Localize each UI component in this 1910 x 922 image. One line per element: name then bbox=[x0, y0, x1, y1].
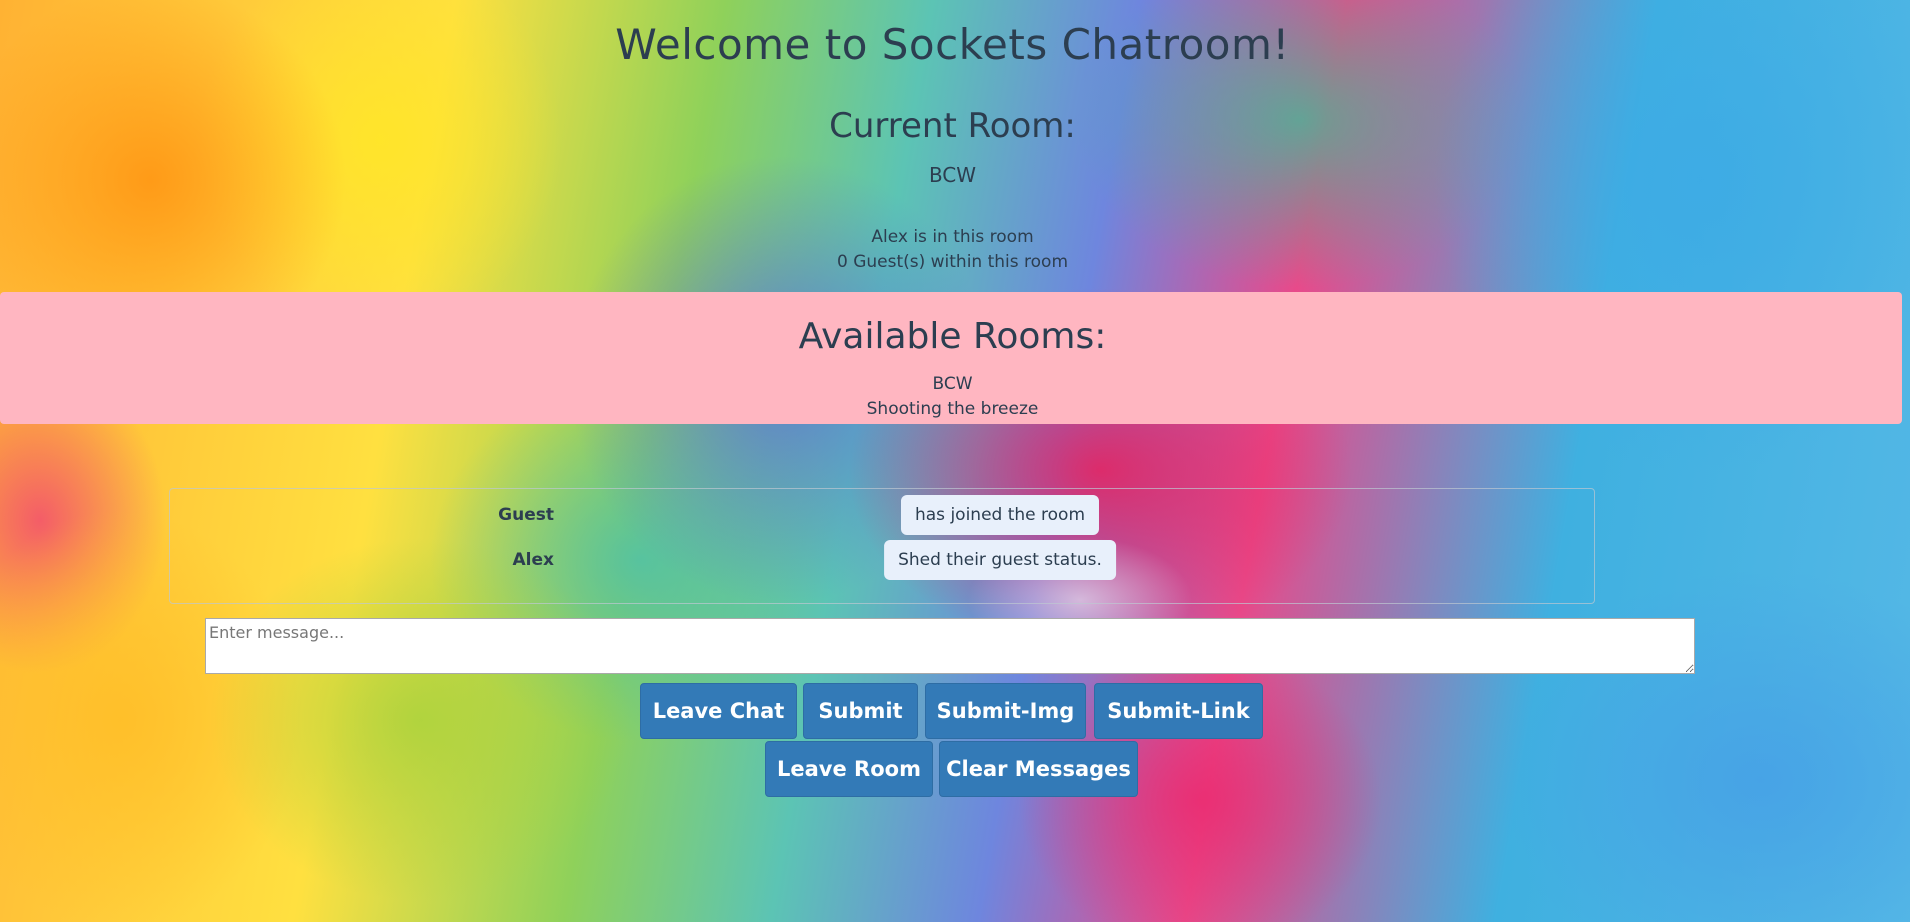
available-rooms-heading: Available Rooms: bbox=[798, 316, 1107, 357]
guests-count-text: 0 Guest(s) within this room bbox=[836, 252, 1069, 272]
room-list: BCW Shooting the breeze bbox=[0, 372, 1905, 422]
message-bubble: has joined the room bbox=[900, 495, 1100, 535]
clear-messages-button[interactable]: Clear Messages bbox=[939, 741, 1138, 797]
message-author: Alex bbox=[512, 550, 554, 570]
available-rooms-panel: Available Rooms: BCW Shooting the breeze bbox=[0, 292, 1902, 424]
submit-link-button[interactable]: Submit-Link bbox=[1094, 683, 1263, 739]
message-bubble: Shed their guest status. bbox=[884, 540, 1116, 580]
current-room-heading: Current Room: bbox=[829, 106, 1076, 146]
message-author: Guest bbox=[498, 505, 554, 525]
message-input[interactable] bbox=[205, 618, 1695, 674]
room-status: Alex is in this room 0 Guest(s) within t… bbox=[0, 225, 1905, 275]
submit-button[interactable]: Submit bbox=[803, 683, 918, 739]
leave-room-button[interactable]: Leave Room bbox=[765, 741, 933, 797]
current-room-name: BCW bbox=[928, 163, 977, 187]
chat-app: Welcome to Sockets Chatroom! Current Roo… bbox=[0, 0, 1910, 922]
room-item-shooting-the-breeze[interactable]: Shooting the breeze bbox=[0, 397, 1905, 422]
message-list: Guest has joined the room Alex Shed thei… bbox=[169, 488, 1595, 604]
message-row: Guest has joined the room bbox=[170, 494, 1594, 536]
message-row: Alex Shed their guest status. bbox=[170, 539, 1594, 581]
occupants-text: Alex is in this room bbox=[871, 227, 1034, 247]
room-item-bcw[interactable]: BCW bbox=[0, 372, 1905, 397]
leave-chat-button[interactable]: Leave Chat bbox=[640, 683, 797, 739]
page-title: Welcome to Sockets Chatroom! bbox=[615, 20, 1290, 69]
submit-img-button[interactable]: Submit-Img bbox=[925, 683, 1086, 739]
